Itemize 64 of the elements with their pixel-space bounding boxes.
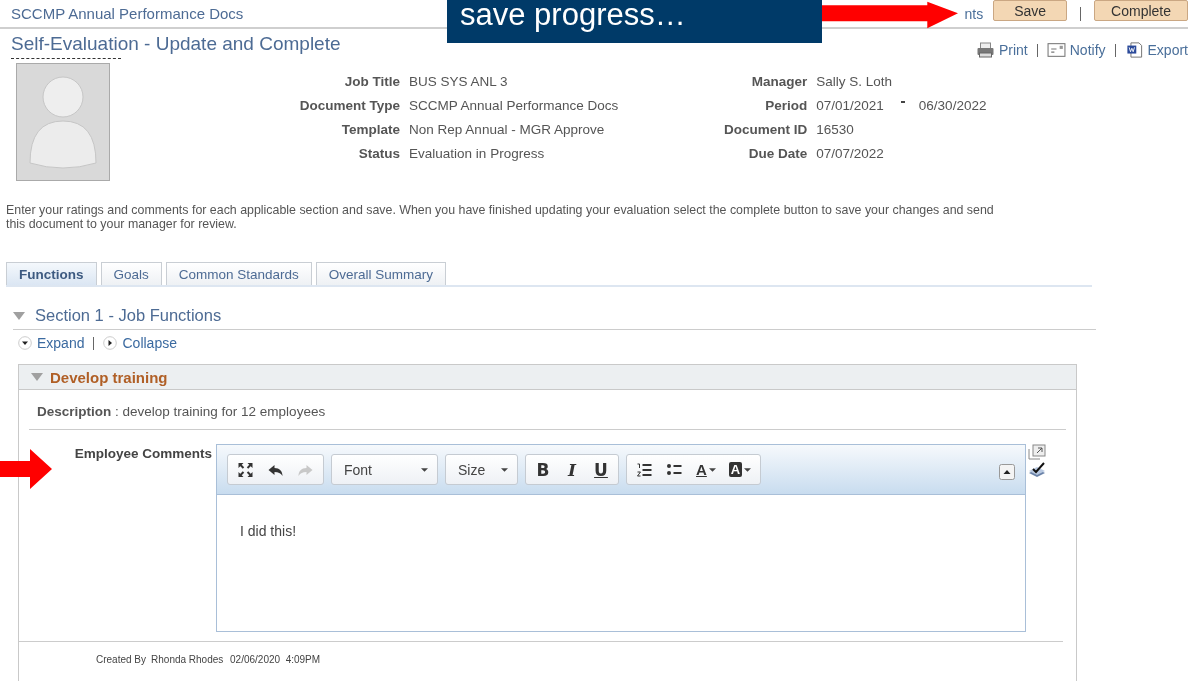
tab[interactable]: Goals [100,262,162,285]
comments-label: Employee Comments [73,446,213,461]
tab[interactable]: Overall Summary [315,262,447,285]
field-value: 06/30/2022 [918,97,987,115]
field-label: Job Title [343,73,401,91]
header-button[interactable]: Save [993,0,1068,21]
numbered-list-icon[interactable] [636,461,653,478]
action-link[interactable]: Notify [1046,42,1106,58]
field-label: Due Date [747,145,808,163]
field-value: SCCMP Annual Performance Docs [409,97,620,115]
breadcrumb[interactable]: SCCMP Annual Performance Docs [11,5,244,22]
caret-icon [421,467,428,472]
field-label: Template [340,121,401,139]
field-value: Sally S. Loth [816,73,893,91]
collapse-toolbar-icon[interactable] [999,463,1015,480]
field-label: Manager [750,73,808,91]
format-button[interactable]: U [593,459,609,480]
description-text: Description : develop training for 12 employees [29,390,1066,430]
field-label: Document ID [724,121,808,139]
field-value: BUS SYS ANL 3 [409,73,509,91]
caret-icon [501,467,508,472]
section-title: Section 1 - Job Functions [35,306,222,325]
document-icon [1124,42,1144,58]
caret-icon [744,467,752,472]
field-value: 16530 [816,121,854,139]
field-label: Status [357,145,401,163]
collapse-triangle-icon[interactable] [13,311,25,320]
collapse-icon [103,336,118,350]
spellcheck-icon[interactable] [1028,462,1046,478]
expand-icon [18,336,32,350]
printer-icon [975,42,995,58]
tab[interactable]: Functions [6,262,97,285]
action-link[interactable]: Export [1124,42,1188,58]
header-button[interactable]: Complete [1094,0,1188,21]
tab[interactable]: Common Standards [165,262,312,285]
bullet-list-icon[interactable] [666,461,683,478]
page-title: Self-Evaluation - Update and Complete [11,32,341,56]
comment-text: I did this! [239,522,298,539]
pointer-arrow [0,449,52,489]
maximize-icon[interactable] [237,461,254,478]
action-link[interactable]: Print [975,42,1028,58]
created-by-label: Created By [96,654,147,665]
field-label: Document Type [298,97,401,115]
format-button[interactable]: B [535,459,551,480]
rich-text-editor[interactable]: Font Size B I U A A I did this! [216,444,1026,632]
field-value: Evaluation in Progress [409,145,546,163]
instructions-text: Enter your ratings and comments for each applicable section and save. When you have finished updating your evaluation select the complete button to save your changes and send this document to your manager for review. [6,203,995,231]
callout-text: save progress… [460,0,686,32]
field-label: Period [764,97,808,115]
field-value: 07/01/2021 [816,97,884,115]
size-dropdown[interactable]: Size [445,454,518,485]
created-timestamp: 02/06/2020 4:09PM [230,654,321,665]
created-by-name: Rhonda Rhodes [151,654,225,665]
field-value: Non Rep Annual - MGR Approve [409,121,606,139]
envelope-icon [1046,42,1066,58]
caret-icon [708,467,716,472]
section-link[interactable]: Expand [18,335,85,351]
field-value: 07/07/2022 [816,145,884,163]
format-button[interactable]: I [564,459,580,480]
section-link[interactable]: Collapse [103,335,177,351]
font-dropdown[interactable]: Font [331,454,438,485]
text-color-button[interactable]: A [696,461,716,478]
header-link[interactable]: nts [964,5,984,22]
item-title: Develop training [50,368,168,386]
